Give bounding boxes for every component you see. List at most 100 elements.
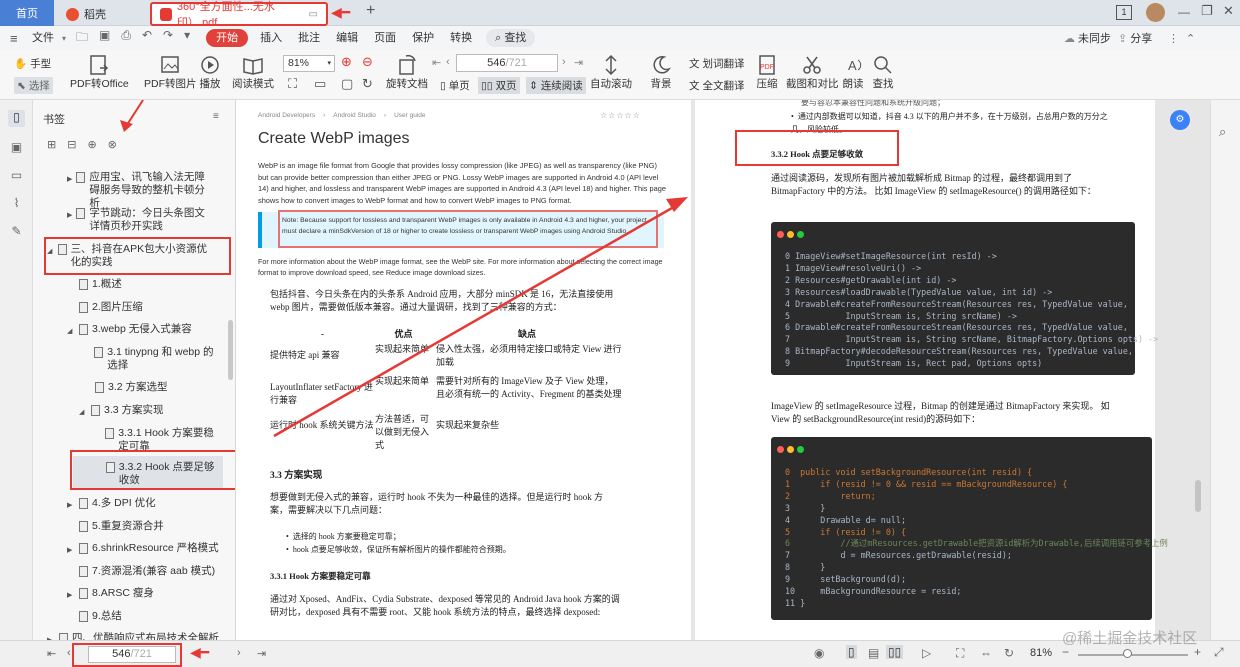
translate-word-button[interactable]: 文划词翻译 <box>689 56 745 71</box>
document-scrollbar[interactable] <box>1195 480 1201 512</box>
pdf-to-office-button[interactable]: PDF转Office <box>70 54 129 91</box>
fit-width-icon[interactable]: ⇔ <box>980 646 992 660</box>
read-aloud-button[interactable]: A 朗读 <box>842 54 864 91</box>
double-page-button[interactable]: ▯▯ 双页 <box>478 77 520 94</box>
bookmark-item[interactable]: ▶ 四、优酷响应式布局技术全解析 <box>47 632 223 640</box>
translate-full-button[interactable]: 文全文翻译 <box>689 78 745 93</box>
zoom-select[interactable]: 81% ▾ <box>283 55 335 72</box>
bookmark-item[interactable]: ◢ 3.webp 无侵入式兼容 <box>67 323 192 338</box>
window-restore-icon[interactable]: ▭ <box>309 9 318 20</box>
last-page-icon[interactable]: ⇥ <box>257 647 266 660</box>
tab-docer[interactable]: 稻壳 <box>58 2 146 26</box>
next-page-icon[interactable]: › <box>237 647 241 659</box>
bookmark-item[interactable]: ▶ 8.ARSC 瘦身 <box>67 587 154 602</box>
tab-home[interactable]: 首页 <box>0 0 54 26</box>
expand-all-icon[interactable]: ⊞ <box>47 138 56 151</box>
sync-status[interactable]: ☁ 未同步 <box>1064 30 1111 46</box>
page-count-badge[interactable]: 1 <box>1116 5 1132 20</box>
first-page-icon[interactable]: ⇤ <box>432 56 441 69</box>
bookmark-item[interactable]: 9.总结 <box>67 610 122 623</box>
find-button[interactable]: 查找 <box>872 54 894 91</box>
hand-tool-button[interactable]: ✋ 手型 <box>14 56 51 71</box>
single-page-view-icon[interactable]: ▯ <box>846 645 857 659</box>
bookmark-item[interactable]: 7.资源混淆(兼容 aab 模式) <box>67 565 215 578</box>
bookmark-item-selected[interactable]: 3.3.2 Hook 点要足够收敛 <box>95 461 217 487</box>
add-bookmark-icon[interactable]: ⊕ <box>87 138 96 151</box>
play-button[interactable]: 播放 <box>199 54 221 91</box>
status-page-input[interactable]: 546/721 <box>88 646 176 663</box>
bookmark-item[interactable]: ◢ 三、抖音在APK包大小资源优化的实践 <box>47 243 217 269</box>
auto-scroll-button[interactable]: 自动滚动 <box>590 54 632 91</box>
bookmark-scrollbar[interactable] <box>228 320 233 380</box>
menu-insert[interactable]: 插入 <box>252 26 290 50</box>
maximize-icon[interactable]: ❐ <box>1201 3 1213 19</box>
menu-edit[interactable]: 编辑 <box>328 26 366 50</box>
menu-page[interactable]: 页面 <box>366 26 404 50</box>
background-button[interactable]: 背景 <box>650 54 672 91</box>
bookmark-item[interactable]: ▶ 应用宝、讯飞输入法无障碍服务导致的整机卡顿分析 <box>67 171 213 210</box>
fit-page-icon[interactable]: ⛶ <box>288 76 297 92</box>
more-icon[interactable]: ▾ <box>184 28 190 49</box>
fit-page-icon[interactable]: ⛶ <box>956 646 964 661</box>
last-page-icon[interactable]: ⇥ <box>574 56 583 69</box>
bookmark-item[interactable]: ▶ 6.shrinkResource 严格模式 <box>67 542 219 557</box>
open-folder-icon[interactable]: 🗀 <box>76 28 88 49</box>
bookmark-item[interactable]: 5.重复资源合并 <box>67 520 164 533</box>
search-icon[interactable]: ⌕ <box>1219 124 1226 140</box>
avatar[interactable] <box>1146 3 1165 22</box>
search-box[interactable]: ⌕ 查找 <box>486 29 536 47</box>
zoom-slider[interactable] <box>1078 654 1188 656</box>
print-icon[interactable]: ⎙ <box>121 28 131 49</box>
zoom-in-icon[interactable]: ⊕ <box>341 54 352 70</box>
ai-assistant-icon[interactable]: ⚙ <box>1170 110 1190 130</box>
fullscreen-icon[interactable]: ⤢ <box>1214 645 1224 660</box>
thumbnail-icon[interactable]: ▣ <box>8 140 25 157</box>
menu-annotate[interactable]: 批注 <box>290 26 328 50</box>
share-button[interactable]: ⇪ 分享 <box>1118 30 1152 46</box>
reading-mode-button[interactable]: 阅读模式 <box>232 54 274 91</box>
more-options-icon[interactable]: ⋮ <box>1168 32 1179 45</box>
bookmark-item[interactable]: 3.1 tinypng 和 webp 的选择 <box>83 346 223 372</box>
pdf-to-image-button[interactable]: PDF转图片 <box>144 54 197 91</box>
compress-button[interactable]: PDF 压缩 <box>756 54 778 91</box>
bookmark-item[interactable]: ▶ 4.多 DPI 优化 <box>67 497 156 512</box>
bookmark-item[interactable]: 2.图片压缩 <box>67 301 143 314</box>
rotate-document-button[interactable]: 旋转文档 <box>386 54 428 91</box>
play-icon[interactable]: ▷ <box>922 646 931 660</box>
minimize-icon[interactable]: — <box>1178 5 1190 19</box>
panel-menu-icon[interactable]: ≡ <box>213 111 219 122</box>
status-zoom-value[interactable]: 81% <box>1030 647 1052 659</box>
prev-page-icon[interactable]: ‹ <box>67 647 71 659</box>
attachment-icon[interactable]: ⌇ <box>8 196 25 213</box>
collapse-all-icon[interactable]: ⊟ <box>67 138 76 151</box>
collapse-ribbon-icon[interactable]: ⌃ <box>1186 32 1195 45</box>
continuous-view-icon[interactable]: ▤ <box>868 646 879 660</box>
tab-pdf-document[interactable]: 360°全方面性...无水印）.pdf ▭ <box>150 1 328 29</box>
double-page-view-icon[interactable]: ▯▯ <box>886 645 904 659</box>
bookmark-item[interactable]: 3.3.1 Hook 方案要稳定可靠 <box>95 427 217 453</box>
bookmark-item[interactable]: 1.概述 <box>67 278 122 291</box>
rotate-icon[interactable]: ↻ <box>1004 646 1014 660</box>
save-icon[interactable]: ▣ <box>99 28 110 49</box>
bookmark-panel-icon[interactable]: ▯ <box>8 110 25 127</box>
comment-icon[interactable]: ▭ <box>8 168 25 185</box>
signature-icon[interactable]: ✎ <box>8 224 25 241</box>
bookmark-item[interactable]: 3.2 方案选型 <box>83 381 168 394</box>
single-page-button[interactable]: ▯ 单页 <box>440 78 470 93</box>
first-page-icon[interactable]: ⇤ <box>47 647 56 660</box>
redo-icon[interactable]: ↷ <box>163 28 173 49</box>
page-number-input[interactable]: 546/721 <box>456 54 558 72</box>
rotate-icon[interactable]: ↻ <box>362 76 373 92</box>
bookmark-item[interactable]: ◢ 3.3 方案实现 <box>79 404 164 419</box>
menu-file[interactable]: 文件 <box>24 26 62 50</box>
actual-size-icon[interactable]: ▢ <box>341 76 353 92</box>
menu-convert[interactable]: 转换 <box>442 26 480 50</box>
close-icon[interactable]: ✕ <box>1223 3 1234 19</box>
add-tab-button[interactable]: + <box>366 2 375 20</box>
bookmark-item[interactable]: ▶ 字节跳动：今日头条图文详情页秒开实践 <box>67 207 213 233</box>
menu-protect[interactable]: 保护 <box>404 26 442 50</box>
continuous-reading-button[interactable]: ⇕ 连续阅读 <box>526 77 586 94</box>
next-page-icon[interactable]: › <box>562 56 566 68</box>
fit-width-icon[interactable]: ▭ <box>314 76 326 92</box>
screenshot-compare-button[interactable]: 截图和对比 <box>786 54 839 91</box>
